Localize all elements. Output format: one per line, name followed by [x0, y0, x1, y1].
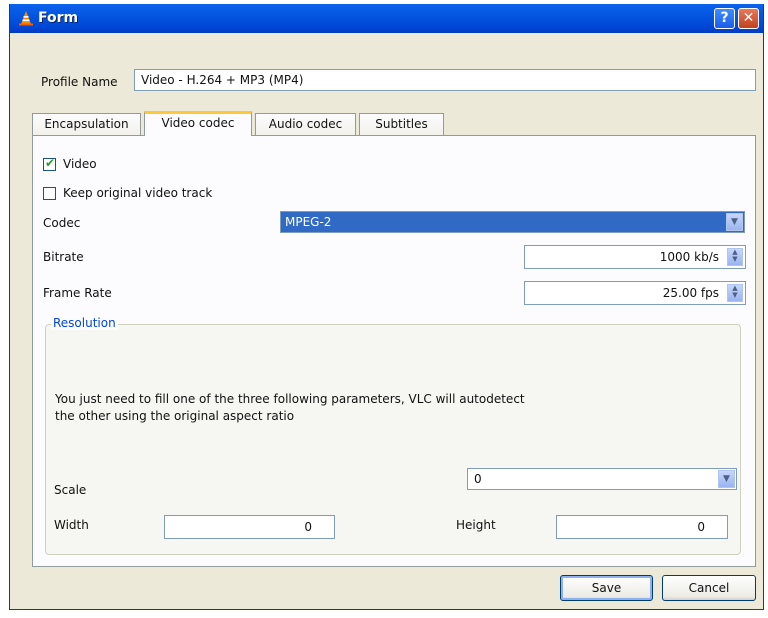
resolution-hint-line1: You just need to fill one of the three f…	[55, 392, 525, 406]
vlc-cone-icon	[19, 11, 33, 26]
titlebar[interactable]: Form ? ✕	[10, 4, 763, 33]
bitrate-spinbox[interactable]: 1000 kb/s ▲ ▼	[524, 245, 746, 269]
video-checkbox[interactable]: ✔	[43, 156, 56, 171]
bitrate-value: 1000 kb/s	[659, 250, 719, 264]
codec-select[interactable]: MPEG-2 ▼	[280, 211, 745, 233]
resolution-group-title: Resolution	[51, 316, 118, 330]
height-label: Height	[456, 518, 496, 532]
question-icon: ?	[720, 10, 729, 26]
tab-video-codec[interactable]: Video codec	[144, 111, 252, 136]
codec-label: Codec	[43, 216, 81, 230]
scale-label: Scale	[54, 483, 87, 497]
scale-value: 0	[474, 472, 482, 486]
frame-rate-value: 25.00 fps	[662, 286, 719, 300]
chevron-down-icon[interactable]: ▼	[726, 213, 743, 231]
window-title: Form	[38, 10, 79, 26]
frame-rate-spinbox[interactable]: 25.00 fps ▲ ▼	[524, 281, 746, 305]
keep-original-label[interactable]: Keep original video track	[63, 186, 212, 200]
width-input[interactable]: 0	[164, 515, 335, 539]
height-input[interactable]: 0	[556, 515, 728, 539]
bitrate-label: Bitrate	[43, 250, 84, 264]
checkmark-icon: ✔	[45, 156, 56, 170]
spin-arrows-icon[interactable]: ▲ ▼	[727, 284, 743, 302]
video-checkbox-label[interactable]: Video	[63, 157, 97, 171]
tab-subtitles[interactable]: Subtitles	[359, 113, 444, 135]
tab-audio-codec[interactable]: Audio codec	[255, 113, 356, 135]
close-icon: ✕	[742, 10, 755, 26]
save-button[interactable]: Save	[560, 575, 653, 601]
tab-encapsulation[interactable]: Encapsulation	[32, 113, 141, 135]
keep-original-checkbox[interactable]	[43, 187, 56, 200]
close-button[interactable]: ✕	[738, 8, 759, 29]
chevron-down-icon[interactable]: ▼	[718, 470, 735, 488]
profile-name-label: Profile Name	[41, 75, 118, 89]
scale-select[interactable]: 0 ▼	[467, 468, 737, 490]
resolution-hint-line2: the other using the original aspect rati…	[55, 409, 295, 423]
frame-rate-label: Frame Rate	[43, 286, 112, 300]
codec-value: MPEG-2	[285, 215, 332, 229]
width-label: Width	[54, 518, 89, 532]
spin-arrows-icon[interactable]: ▲ ▼	[727, 248, 743, 266]
help-button[interactable]: ?	[714, 8, 735, 29]
video-codec-panel: ✔ Video Keep original video track Codec …	[32, 135, 756, 567]
profile-name-input[interactable]: Video - H.264 + MP3 (MP4)	[134, 69, 756, 91]
cancel-button[interactable]: Cancel	[662, 575, 756, 601]
form-dialog: Form ? ✕ Profile Name Video - H.264 + MP…	[9, 4, 764, 610]
